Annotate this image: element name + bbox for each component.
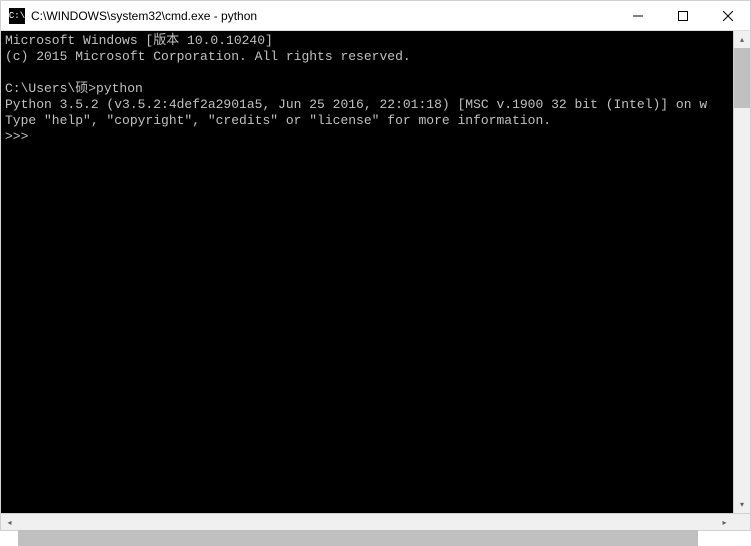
scroll-left-button[interactable]: ◂ bbox=[1, 514, 18, 530]
scroll-down-button[interactable]: ▾ bbox=[734, 496, 750, 513]
cmd-icon: C:\ bbox=[9, 8, 25, 24]
maximize-button[interactable] bbox=[660, 1, 705, 30]
minimize-button[interactable] bbox=[615, 1, 660, 30]
scrollbar-corner bbox=[733, 514, 750, 530]
maximize-icon bbox=[678, 11, 688, 21]
minimize-icon bbox=[633, 11, 643, 21]
terminal-output[interactable]: Microsoft Windows [版本 10.0.10240] (c) 20… bbox=[1, 31, 733, 513]
titlebar: C:\ C:\WINDOWS\system32\cmd.exe - python bbox=[1, 1, 750, 31]
horizontal-scroll-thumb[interactable] bbox=[18, 530, 698, 546]
close-icon bbox=[723, 11, 733, 21]
horizontal-scrollbar[interactable]: ◂ ▸ bbox=[1, 513, 750, 530]
window-title: C:\WINDOWS\system32\cmd.exe - python bbox=[31, 9, 615, 23]
horizontal-scroll-track[interactable]: ◂ ▸ bbox=[1, 514, 733, 530]
scroll-right-button[interactable]: ▸ bbox=[716, 514, 733, 530]
vertical-scrollbar[interactable]: ▴ ▾ bbox=[733, 31, 750, 513]
window-controls bbox=[615, 1, 750, 30]
vertical-scroll-thumb[interactable] bbox=[734, 48, 750, 108]
close-button[interactable] bbox=[705, 1, 750, 30]
scroll-up-button[interactable]: ▴ bbox=[734, 31, 750, 48]
terminal-wrapper: Microsoft Windows [版本 10.0.10240] (c) 20… bbox=[1, 31, 750, 513]
content-area: Microsoft Windows [版本 10.0.10240] (c) 20… bbox=[1, 31, 750, 530]
